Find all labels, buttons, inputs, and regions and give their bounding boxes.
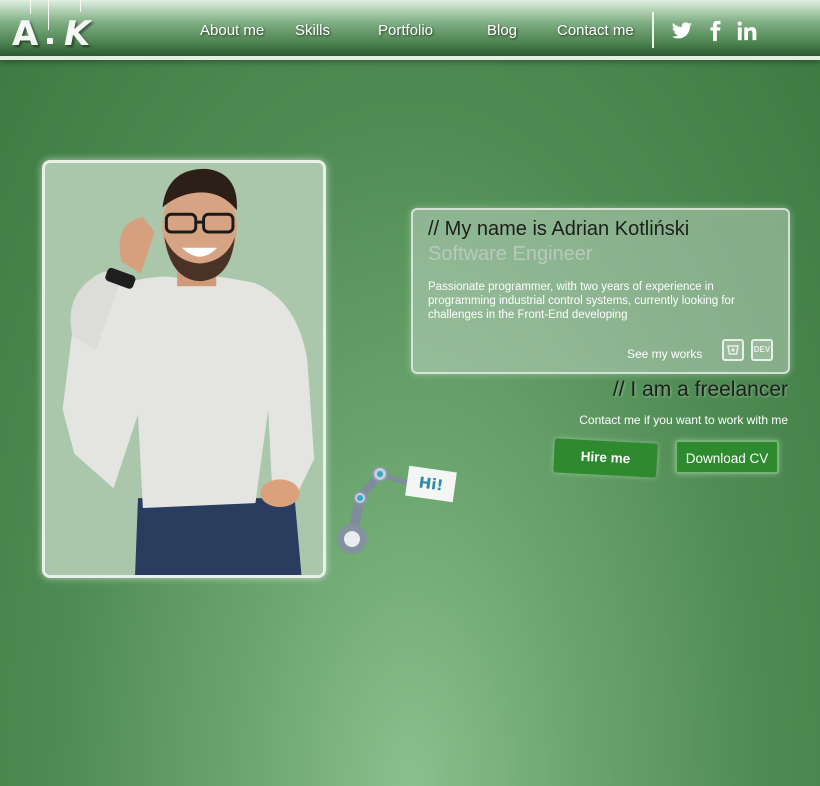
contact-prompt: Contact me if you want to work with me	[579, 413, 788, 427]
intro-card: // My name is Adrian Kotliński Software …	[411, 208, 790, 374]
nav-contact-me[interactable]: Contact me	[557, 22, 634, 39]
job-title: Software Engineer	[428, 243, 593, 265]
linkedin-icon[interactable]	[736, 20, 760, 42]
top-navbar: A K About me Skills Portfolio Blog Conta…	[0, 0, 820, 60]
logo-string	[30, 0, 31, 14]
facebook-icon[interactable]	[704, 20, 726, 42]
bitbucket-icon[interactable]	[722, 339, 744, 361]
nav-portfolio[interactable]: Portfolio	[378, 22, 433, 39]
intro-description: Passionate programmer, with two years of…	[428, 281, 735, 321]
hi-sign: Hi!	[405, 465, 457, 503]
logo-dot	[47, 38, 53, 44]
freelancer-heading: // I am a freelancer	[612, 378, 788, 401]
nav-divider	[652, 12, 654, 48]
dev-icon[interactable]: DEV	[751, 339, 773, 361]
logo-letter-a: A	[12, 14, 39, 54]
nav-about-me[interactable]: About me	[200, 22, 264, 39]
nav-blog[interactable]: Blog	[487, 22, 517, 39]
nav-skills[interactable]: Skills	[295, 22, 330, 39]
intro-title: // My name is Adrian Kotliński	[428, 218, 690, 240]
profile-photo	[42, 160, 326, 578]
see-works-label: See my works	[627, 347, 703, 361]
twitter-icon[interactable]	[671, 20, 693, 42]
download-cv-button[interactable]: Download CV	[675, 440, 779, 474]
logo[interactable]: A K	[12, 0, 98, 54]
logo-string	[80, 0, 81, 12]
logo-letter-k: K	[64, 14, 91, 54]
logo-string	[48, 0, 49, 30]
hire-me-button[interactable]: Hire me	[553, 438, 658, 478]
